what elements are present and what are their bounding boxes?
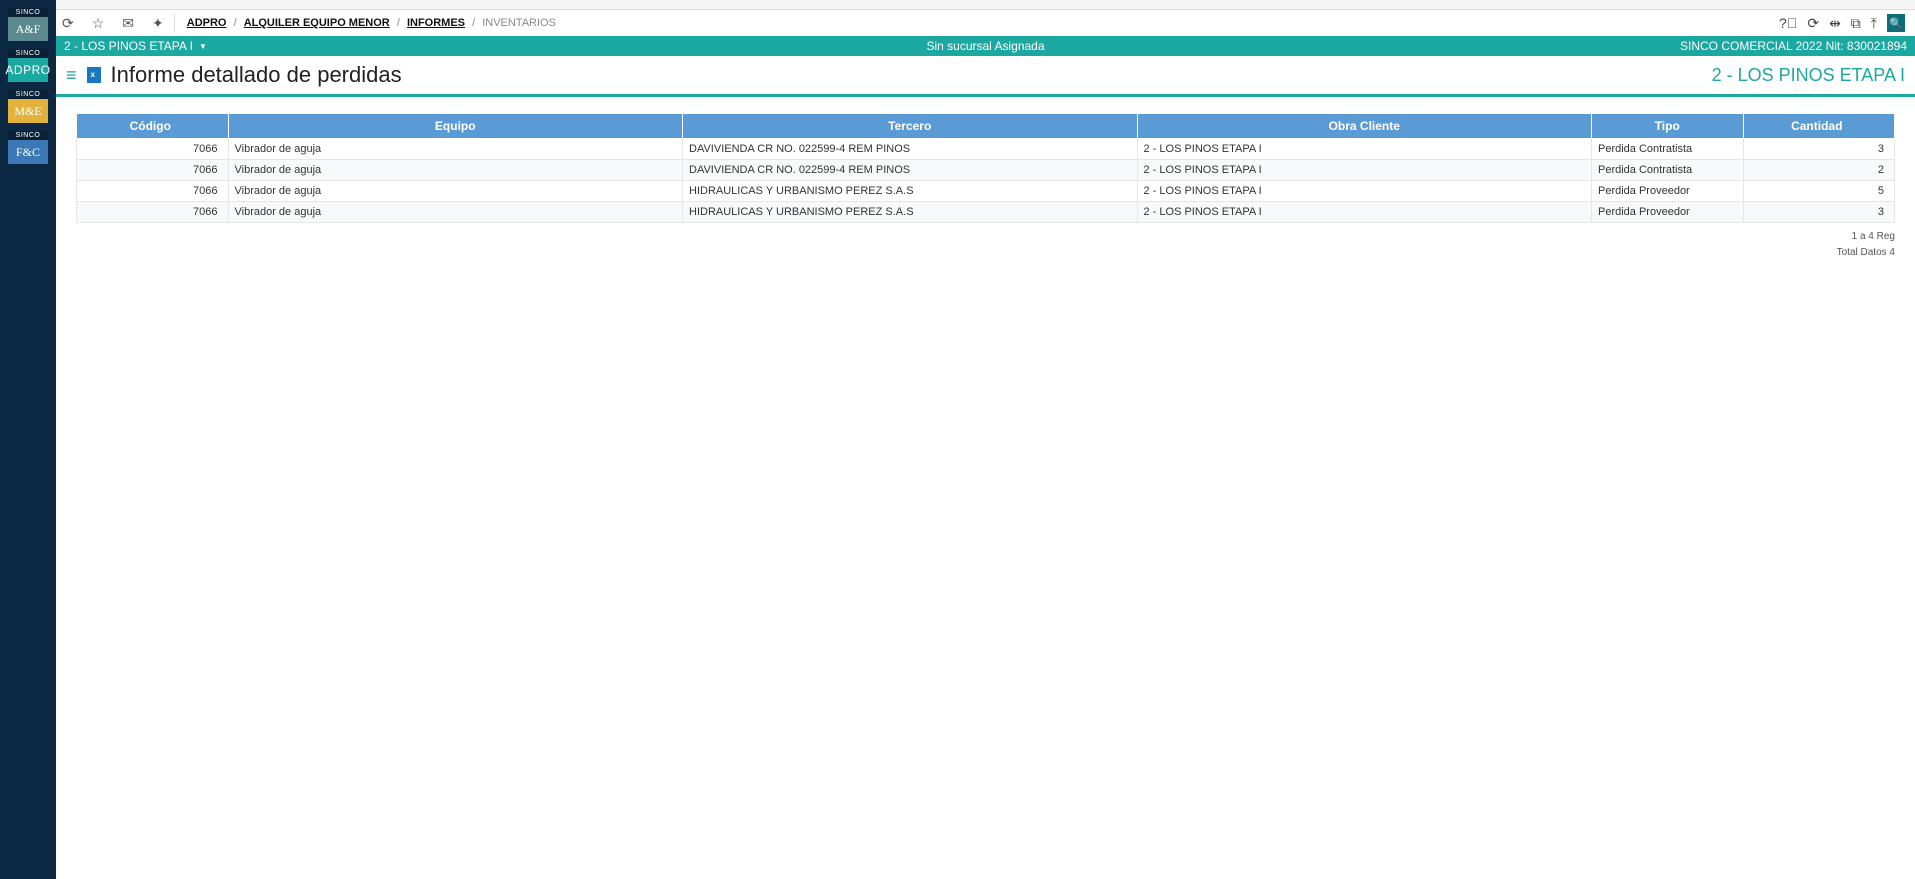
cell-tercero: DAVIVIENDA CR NO. 022599-4 REM PINOS	[683, 160, 1138, 181]
cell-equipo: Vibrador de aguja	[228, 160, 683, 181]
losses-table: Código Equipo Tercero Obra Cliente Tipo …	[76, 113, 1895, 223]
chevron-down-icon: ▼	[199, 42, 207, 51]
main-area: ⟳ ☆ ✉ ✦ ADPRO / ALQUILER EQUIPO MENOR / …	[56, 0, 1915, 879]
page-title: Informe detallado de perdidas	[111, 62, 402, 88]
breadcrumb-sep: /	[397, 17, 400, 29]
cell-obra: 2 - LOS PINOS ETAPA I	[1137, 181, 1592, 202]
title-right-project: 2 - LOS PINOS ETAPA I	[1712, 65, 1905, 86]
cell-tercero: HIDRAULICAS Y URBANISMO PEREZ S.A.S	[683, 202, 1138, 223]
table-header-row: Código Equipo Tercero Obra Cliente Tipo …	[77, 114, 1895, 139]
title-bar: ≡ Informe detallado de perdidas 2 - LOS …	[56, 56, 1915, 97]
cell-codigo: 7066	[77, 160, 229, 181]
star-icon[interactable]: ☆	[92, 15, 105, 32]
cell-cantidad: 5	[1743, 181, 1895, 202]
cell-cantidad: 3	[1743, 202, 1895, 223]
breadcrumb: ADPRO / ALQUILER EQUIPO MENOR / INFORMES…	[179, 17, 556, 29]
th-cantidad[interactable]: Cantidad	[1743, 114, 1895, 139]
breadcrumb-row: ⟳ ☆ ✉ ✦ ADPRO / ALQUILER EQUIPO MENOR / …	[56, 10, 1915, 36]
cell-codigo: 7066	[77, 139, 229, 160]
toolbar-icons: ⟳ ☆ ✉ ✦	[62, 13, 175, 33]
project-branch: Sin sucursal Asignada	[926, 39, 1044, 53]
cell-equipo: Vibrador de aguja	[228, 202, 683, 223]
sidebar-brand-top: SINCO	[8, 49, 48, 58]
table-row[interactable]: 7066Vibrador de agujaDAVIVIENDA CR NO. 0…	[77, 139, 1895, 160]
export-excel-icon[interactable]	[87, 67, 101, 83]
cell-equipo: Vibrador de aguja	[228, 181, 683, 202]
cell-tercero: HIDRAULICAS Y URBANISMO PEREZ S.A.S	[683, 181, 1138, 202]
table-row[interactable]: 7066Vibrador de agujaHIDRAULICAS Y URBAN…	[77, 202, 1895, 223]
cell-obra: 2 - LOS PINOS ETAPA I	[1137, 202, 1592, 223]
help-icon[interactable]: ?⃞	[1779, 15, 1797, 31]
sidebar-item-af[interactable]: SINCO A&F	[8, 8, 48, 41]
project-bar: 2 - LOS PINOS ETAPA I ▼ Sin sucursal Asi…	[56, 36, 1915, 56]
breadcrumb-right-icons: ?⃞ ⟳ ⇹ ⧉ ⤒ 🔍	[1779, 14, 1909, 32]
th-tipo[interactable]: Tipo	[1592, 114, 1744, 139]
footer-total: Total Datos 4	[76, 245, 1895, 261]
cell-cantidad: 3	[1743, 139, 1895, 160]
project-company: SINCO COMERCIAL 2022 Nit: 830021894	[1680, 39, 1907, 53]
breadcrumb-left: ⟳ ☆ ✉ ✦ ADPRO / ALQUILER EQUIPO MENOR / …	[62, 13, 556, 33]
breadcrumb-sep: /	[472, 17, 475, 29]
th-tercero[interactable]: Tercero	[683, 114, 1138, 139]
th-obra[interactable]: Obra Cliente	[1137, 114, 1592, 139]
th-equipo[interactable]: Equipo	[228, 114, 683, 139]
cell-codigo: 7066	[77, 202, 229, 223]
breadcrumb-alquiler[interactable]: ALQUILER EQUIPO MENOR	[244, 17, 390, 29]
sidebar-item-me[interactable]: SINCO M&E	[8, 90, 48, 123]
table-row[interactable]: 7066Vibrador de agujaHIDRAULICAS Y URBAN…	[77, 181, 1895, 202]
cell-tipo: Perdida Contratista	[1592, 160, 1744, 181]
sidebar-brand-top: SINCO	[8, 8, 48, 17]
cell-cantidad: 2	[1743, 160, 1895, 181]
cell-tipo: Perdida Proveedor	[1592, 181, 1744, 202]
top-toolbar-sliver	[56, 0, 1915, 10]
sidebar-brand-top: SINCO	[8, 90, 48, 99]
sidebar-brand-main: M&E	[8, 99, 48, 123]
app-sidebar: SINCO A&F SINCO ADPRO SINCO M&E SINCO F&…	[0, 0, 56, 879]
project-name: 2 - LOS PINOS ETAPA I	[64, 39, 193, 53]
table-row[interactable]: 7066Vibrador de agujaDAVIVIENDA CR NO. 0…	[77, 160, 1895, 181]
sidebar-item-adpro[interactable]: SINCO ADPRO	[8, 49, 48, 82]
puzzle-icon[interactable]: ✦	[152, 15, 164, 32]
table-footer: 1 a 4 Reg Total Datos 4	[76, 229, 1895, 261]
cell-tipo: Perdida Proveedor	[1592, 202, 1744, 223]
content-area: Código Equipo Tercero Obra Cliente Tipo …	[56, 97, 1915, 879]
reload-icon[interactable]: ⟳	[1807, 15, 1819, 32]
collapse-up-icon[interactable]: ⤒	[1871, 15, 1877, 32]
breadcrumb-informes[interactable]: INFORMES	[407, 17, 465, 29]
breadcrumb-sep: /	[234, 17, 237, 29]
search-button[interactable]: 🔍	[1887, 14, 1905, 32]
sidebar-brand-main: A&F	[8, 17, 48, 41]
cell-tipo: Perdida Contratista	[1592, 139, 1744, 160]
mail-icon[interactable]: ✉	[122, 15, 134, 32]
footer-range: 1 a 4 Reg	[76, 229, 1895, 245]
sidebar-item-fc[interactable]: SINCO F&C	[8, 131, 48, 164]
sidebar-brand-main: F&C	[8, 140, 48, 164]
project-selector[interactable]: 2 - LOS PINOS ETAPA I ▼	[64, 39, 207, 53]
th-codigo[interactable]: Código	[77, 114, 229, 139]
columns-icon[interactable]: ⇹	[1829, 15, 1841, 32]
expand-icon[interactable]: ⧉	[1851, 15, 1861, 32]
cell-obra: 2 - LOS PINOS ETAPA I	[1137, 139, 1592, 160]
breadcrumb-current: INVENTARIOS	[482, 17, 556, 29]
sidebar-brand-main: ADPRO	[8, 58, 48, 82]
menu-icon[interactable]: ≡	[66, 65, 77, 86]
cell-equipo: Vibrador de aguja	[228, 139, 683, 160]
cell-tercero: DAVIVIENDA CR NO. 022599-4 REM PINOS	[683, 139, 1138, 160]
refresh-icon[interactable]: ⟳	[62, 15, 74, 32]
breadcrumb-adpro[interactable]: ADPRO	[187, 17, 227, 29]
cell-obra: 2 - LOS PINOS ETAPA I	[1137, 160, 1592, 181]
sidebar-brand-top: SINCO	[8, 131, 48, 140]
cell-codigo: 7066	[77, 181, 229, 202]
